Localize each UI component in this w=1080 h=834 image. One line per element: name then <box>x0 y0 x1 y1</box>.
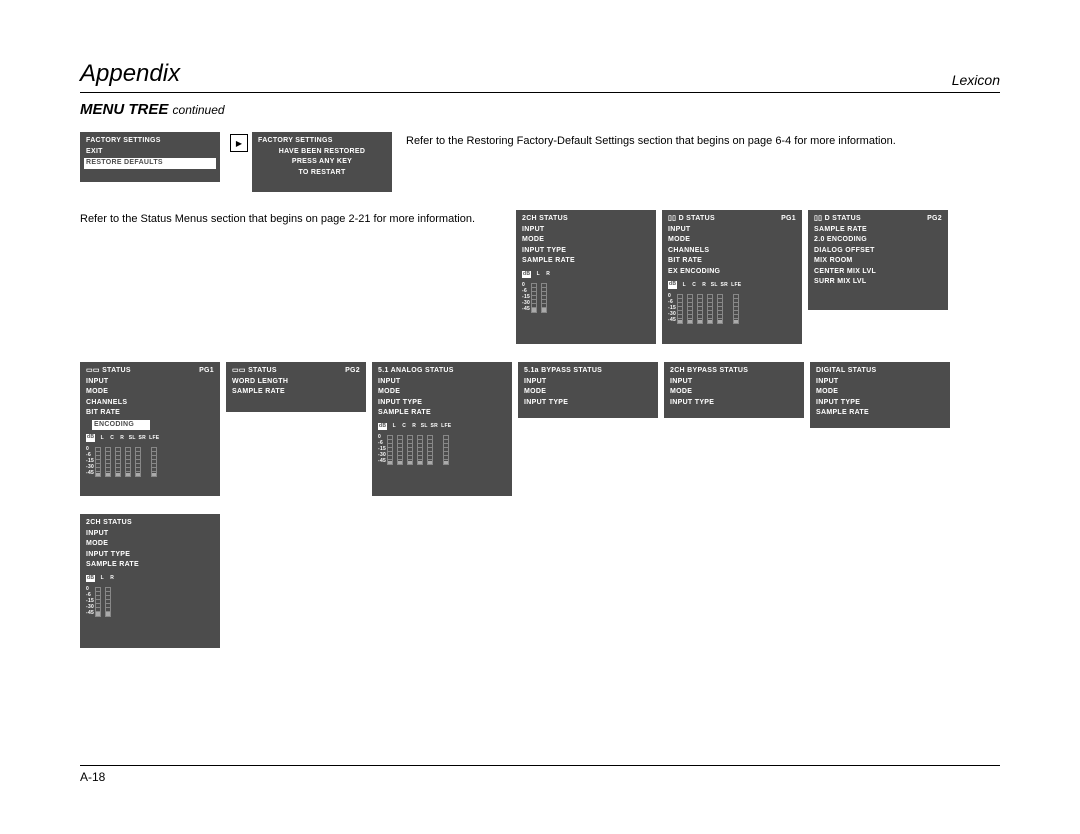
subtitle-main: MENU TREE <box>80 101 168 118</box>
row-factory: FACTORY SETTINGS EXIT RESTORE DEFAULTS ▶… <box>80 132 1000 192</box>
meter-2ch: dB L R 0 -6 -15 -30 -45 <box>522 271 650 314</box>
row-status-top: Refer to the Status Menus section that b… <box>80 210 1000 344</box>
meter-dd1: dB L C R SL SR LFE 0-6-15-30-45 <box>668 281 796 324</box>
meter-51a: dB LCRSLSRLFE 0-6-15-30-45 <box>378 423 506 466</box>
panel-factory-restored: FACTORY SETTINGS HAVE BEEN RESTORED PRES… <box>252 132 392 192</box>
page-number: A-18 <box>80 765 1000 784</box>
meter-dts1: dB LCRSLSRLFE 0-6-15-30-45 <box>86 434 214 477</box>
panel-2ch-bypass-status: 2CH BYPASS STATUS INPUT MODE INPUT TYPE <box>664 362 804 418</box>
p2ch-r4: SAMPLE RATE <box>522 256 650 267</box>
p2ch-r2: MODE <box>522 235 650 246</box>
p2ch-t: 2CH STATUS <box>522 214 650 225</box>
panel-dd-status-pg1: ▯▯ D STATUS PG1 INPUT MODE CHANNELS BIT … <box>662 210 802 344</box>
fb-l1: FACTORY SETTINGS <box>258 136 386 147</box>
meter-2ch-2: dB LR 0-6-15-30-45 <box>86 575 214 618</box>
panel-digital-status: DIGITAL STATUS INPUT MODE INPUT TYPE SAM… <box>810 362 950 428</box>
arrow-icon: ▶ <box>230 134 248 152</box>
fa-l3: RESTORE DEFAULTS <box>84 158 216 169</box>
panel-dts-status-pg1: ▭▭ STATUS PG1 INPUT MODE CHANNELS BIT RA… <box>80 362 220 496</box>
row-status-mid: ▭▭ STATUS PG1 INPUT MODE CHANNELS BIT RA… <box>80 362 1000 496</box>
panel-51a-bypass-status: 5.1a BYPASS STATUS INPUT MODE INPUT TYPE <box>518 362 658 418</box>
fb-l4: TO RESTART <box>258 168 386 179</box>
db-label: dB <box>522 271 531 279</box>
row-status-bottom: 2CH STATUS INPUT MODE INPUT TYPE SAMPLE … <box>80 514 1000 648</box>
fb-l3: PRESS ANY KEY <box>258 157 386 168</box>
header-appendix: Appendix <box>80 60 180 88</box>
note-status: Refer to the Status Menus section that b… <box>80 212 510 227</box>
panel-dts-status-pg2: ▭▭ STATUS PG2 WORD LENGTH SAMPLE RATE <box>226 362 366 412</box>
fa-l2: EXIT <box>86 147 214 158</box>
panel-2ch-status: 2CH STATUS INPUT MODE INPUT TYPE SAMPLE … <box>516 210 656 344</box>
subtitle: MENU TREE continued <box>80 101 1000 118</box>
page-header: Appendix Lexicon <box>80 60 1000 93</box>
fb-l2: HAVE BEEN RESTORED <box>258 147 386 158</box>
header-brand: Lexicon <box>952 72 1000 88</box>
dd-icon: ▯▯ <box>668 215 676 222</box>
panel-2ch-status-2: 2CH STATUS INPUT MODE INPUT TYPE SAMPLE … <box>80 514 220 648</box>
subtitle-cont: continued <box>173 103 225 117</box>
panel-dd-status-pg2: ▯▯ D STATUS PG2 SAMPLE RATE 2.0 ENCODING… <box>808 210 948 310</box>
page: Appendix Lexicon MENU TREE continued FAC… <box>0 0 1080 834</box>
p2ch-r3: INPUT TYPE <box>522 246 650 257</box>
note-factory: Refer to the Restoring Factory-Default S… <box>406 134 896 149</box>
panel-factory-settings: FACTORY SETTINGS EXIT RESTORE DEFAULTS <box>80 132 220 182</box>
fa-l1: FACTORY SETTINGS <box>86 136 214 147</box>
p2ch-r1: INPUT <box>522 225 650 236</box>
panel-51-analog-status: 5.1 ANALOG STATUS INPUT MODE INPUT TYPE … <box>372 362 512 496</box>
